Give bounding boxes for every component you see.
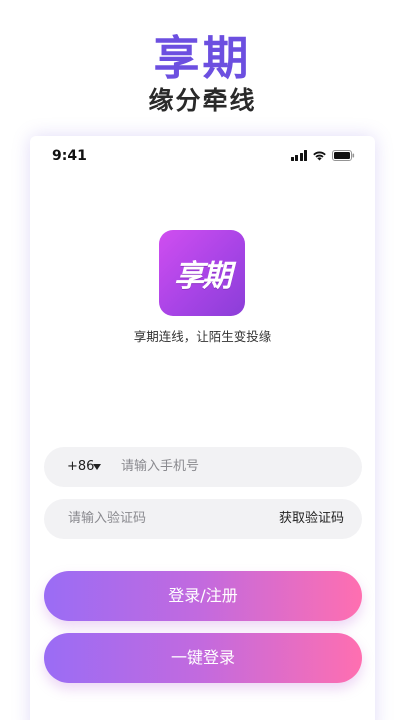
verification-code-field[interactable]: 请输入验证码 获取验证码 bbox=[44, 499, 362, 539]
wifi-icon bbox=[312, 150, 327, 161]
login-register-button[interactable]: 登录/注册 bbox=[44, 571, 362, 621]
app-logo: 享期 bbox=[159, 230, 245, 316]
promo-title: 享期 bbox=[153, 31, 252, 85]
phone-input-field[interactable]: +86 请输入手机号 bbox=[44, 447, 362, 487]
battery-icon bbox=[332, 150, 355, 161]
verification-code-input[interactable]: 请输入验证码 bbox=[68, 499, 146, 539]
caret-down-icon[interactable] bbox=[93, 464, 101, 470]
app-slogan: 享期连线，让陌生变投缘 bbox=[133, 329, 272, 344]
one-click-login-button[interactable]: 一键登录 bbox=[44, 633, 362, 683]
get-code-button[interactable]: 获取验证码 bbox=[279, 499, 344, 539]
phone-screen: 9:41 享期 享期连线，让陌生变投缘 +86 请输入手机号 请输入验证码 获取… bbox=[30, 136, 375, 720]
promo-subtitle: 缘分牵线 bbox=[148, 86, 257, 115]
country-code-selector[interactable]: +86 bbox=[67, 447, 94, 487]
app-logo-text: 享期 bbox=[174, 259, 232, 294]
status-icons bbox=[290, 150, 356, 161]
phone-input[interactable]: 请输入手机号 bbox=[121, 447, 199, 487]
signal-icon bbox=[290, 150, 307, 161]
status-time: 9:41 bbox=[52, 148, 87, 164]
status-bar: 9:41 bbox=[30, 146, 375, 166]
